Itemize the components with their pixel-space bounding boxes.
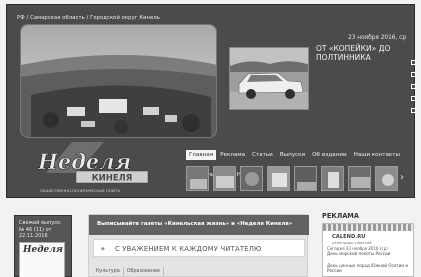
- diamond-icon: ◆: [101, 246, 105, 252]
- promo-header: Выписывайте газеты «Кинельская жизнь» и …: [89, 215, 309, 235]
- promo-heading[interactable]: Выписывайте газеты «Кинельская жизнь» и …: [97, 221, 292, 227]
- thumbnail[interactable]: [267, 166, 290, 191]
- promo-banner[interactable]: ◆ С УВАЖЕНИЕМ К КАЖДОМУ ЧИТАТЕЛЮ: [93, 239, 305, 257]
- slide-dot[interactable]: [411, 108, 416, 113]
- nav-item-issues[interactable]: Выпуски: [277, 150, 308, 160]
- nav-item-ads[interactable]: Реклама: [217, 150, 248, 160]
- calendar-rings: [323, 224, 413, 231]
- slide-dot[interactable]: [411, 84, 416, 89]
- thumbnail[interactable]: [375, 166, 398, 191]
- nav-item-home[interactable]: Главная: [186, 150, 217, 160]
- featured-car-photo[interactable]: [229, 47, 309, 110]
- site-logo[interactable]: Неделя КИНЕЛЯ ОБЩЕСТВЕННО-ПОЛИТИЧЕСКАЯ Г…: [32, 140, 158, 196]
- thumbnail[interactable]: [294, 166, 317, 191]
- ads-panel: РЕКЛАМА CALEND.RU календарь событий Сего…: [318, 210, 415, 277]
- logo-sub: КИНЕЛЯ: [92, 174, 133, 184]
- nav-item-articles[interactable]: Статьи: [249, 150, 276, 160]
- thumbnail[interactable]: [321, 166, 344, 191]
- calendar-widget[interactable]: CALEND.RU календарь событий Сегодня 23 н…: [322, 223, 414, 277]
- cover-logo: Неделя: [23, 245, 63, 255]
- breadcrumb[interactable]: РФ / Самарская область / Городской округ…: [17, 15, 160, 21]
- current-date: 23 ноября 2016, ср: [348, 35, 406, 41]
- thumbnail[interactable]: [213, 166, 236, 191]
- subscription-block: Выписывайте газеты «Кинельская жизнь» и …: [88, 214, 309, 277]
- ads-heading: РЕКЛАМА: [322, 212, 359, 220]
- logo-tagline: ОБЩЕСТВЕННО-ПОЛИТИЧЕСКАЯ ГАЗЕТА: [40, 188, 121, 193]
- nav-item-about[interactable]: Об издании: [309, 150, 349, 160]
- calendar-subtitle: календарь событий: [332, 240, 372, 245]
- slide-dot[interactable]: [411, 96, 416, 101]
- thumbnail[interactable]: [348, 166, 371, 191]
- slide-dot[interactable]: [411, 60, 416, 65]
- slide-dot[interactable]: [411, 72, 416, 77]
- thumbnail[interactable]: [240, 166, 263, 191]
- promo-slogan: С УВАЖЕНИЕМ К КАЖДОМУ ЧИТАТЕЛЮ: [115, 245, 262, 253]
- featured-article-title[interactable]: ОТ «КОПЕЙКИ» ДО ПОЛТИННИКА: [316, 44, 394, 62]
- latest-issue-panel: Свежий выпуск: № 46 (11) от 22.11.2016 Н…: [14, 215, 72, 277]
- category-tabs: Культура Образование: [93, 267, 164, 277]
- tab-culture[interactable]: Культура: [93, 267, 124, 276]
- nav-item-contacts[interactable]: Наши контакты: [351, 150, 403, 160]
- thumbnail[interactable]: [186, 166, 209, 191]
- photo-thumbnails: ›: [186, 166, 412, 194]
- panorama-photo[interactable]: [20, 24, 217, 138]
- latest-issue-title: Свежий выпуск:: [19, 220, 62, 226]
- tab-education[interactable]: Образование: [124, 267, 164, 276]
- next-arrow-icon[interactable]: ›: [400, 172, 404, 184]
- logo-name: Неделя: [37, 149, 131, 174]
- calendar-event[interactable]: День морской пехоты России: [327, 251, 411, 257]
- slide-pager: [411, 60, 417, 120]
- latest-issue-number[interactable]: № 46 (11) от 22.11.2016: [19, 227, 71, 239]
- latest-issue-cover[interactable]: Неделя: [19, 242, 65, 277]
- calendar-event[interactable]: День ценных пород Южной Осетии и России: [327, 263, 411, 274]
